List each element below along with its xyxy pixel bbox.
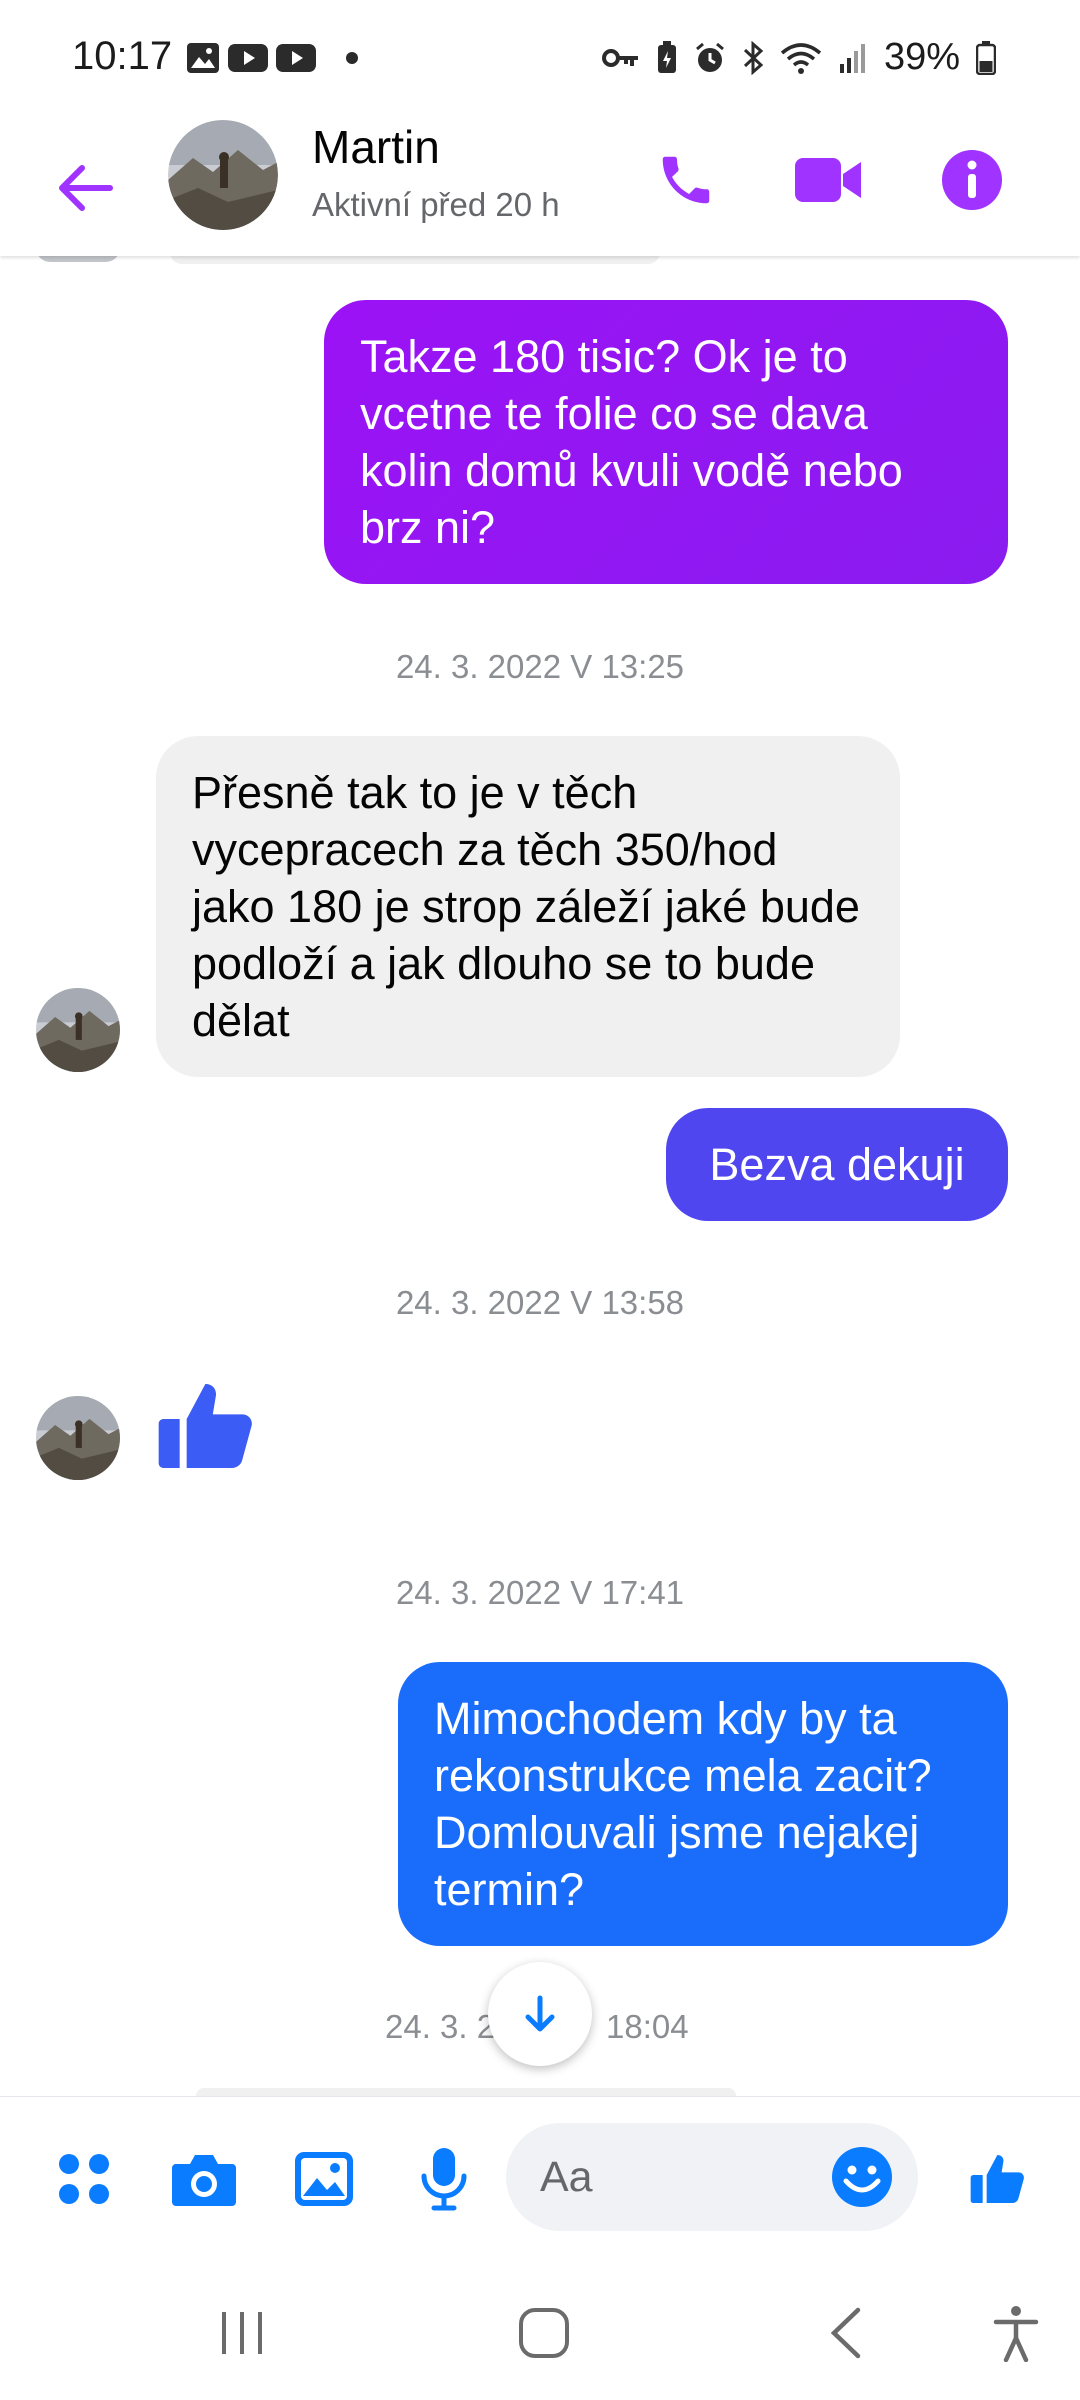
- contact-status: Aktivní před 20 h: [312, 186, 560, 223]
- vpn-key-icon: [601, 48, 638, 67]
- video-camera-icon: [795, 158, 861, 202]
- system-navigation-bar: [0, 2266, 1080, 2400]
- voice-button[interactable]: [406, 2141, 482, 2217]
- video-call-button[interactable]: [788, 140, 868, 220]
- scroll-to-bottom-button[interactable]: [488, 1962, 592, 2066]
- battery-saver-icon: [657, 40, 676, 73]
- emoji-icon: [832, 2147, 892, 2207]
- signal-icon: [839, 43, 865, 73]
- recent-apps-button[interactable]: [202, 2300, 282, 2366]
- next-bubble-partial: [196, 2088, 736, 2096]
- battery-percent: 39%: [883, 36, 960, 78]
- message-input[interactable]: Aa: [506, 2123, 918, 2231]
- timestamp: 24. 3. 2022 V 17:41: [395, 1574, 685, 1611]
- wifi-icon: [780, 42, 822, 74]
- bluetooth-icon: [743, 40, 764, 75]
- contact-name[interactable]: Martin: [312, 120, 440, 174]
- incoming-message[interactable]: Přesně tak to je v těch vycepracech za t…: [156, 736, 900, 1077]
- outgoing-message[interactable]: Bezva dekuji: [666, 1108, 1008, 1221]
- timestamp: 24. 3. 2022 V 13:25: [395, 648, 685, 685]
- sender-avatar[interactable]: [36, 988, 120, 1072]
- battery-icon: [976, 40, 996, 75]
- notification-icons: [186, 42, 364, 74]
- apps-icon: [59, 2154, 109, 2204]
- message-composer: Aa: [0, 2096, 1080, 2267]
- info-icon: [942, 150, 1002, 210]
- like-sticker[interactable]: [154, 1370, 266, 1482]
- outgoing-message[interactable]: Takze 180 tisic? Ok je to vcetne te foli…: [324, 300, 1008, 584]
- call-button[interactable]: [646, 140, 726, 220]
- status-bar: 10:17 39%: [0, 0, 1080, 120]
- avatar-photo: [36, 988, 120, 1072]
- back-nav-button[interactable]: [806, 2300, 886, 2366]
- timestamp-right: 18:04: [606, 2008, 689, 2045]
- alarm-icon: [695, 42, 724, 72]
- system-icons: 39%: [601, 36, 996, 79]
- status-time: 10:17: [72, 34, 173, 78]
- thumbs-up-icon: [970, 2155, 1024, 2203]
- gallery-button[interactable]: [286, 2141, 362, 2217]
- youtube-icon: [228, 44, 268, 72]
- camera-icon: [172, 2155, 236, 2206]
- phone-icon: [662, 156, 710, 204]
- dot-icon: [346, 52, 358, 64]
- timestamp-left: 24. 3. 2: [385, 2008, 496, 2045]
- avatar-photo: [36, 1396, 120, 1480]
- send-like-button[interactable]: [962, 2141, 1038, 2217]
- gallery-icon: [187, 43, 219, 73]
- thumbs-up-icon: [158, 1384, 252, 1468]
- image-icon: [295, 2152, 353, 2206]
- info-button[interactable]: [932, 140, 1012, 220]
- camera-button[interactable]: [166, 2141, 242, 2217]
- home-button[interactable]: [504, 2300, 584, 2366]
- avatar-photo: [168, 120, 278, 230]
- conversation-header: Martin Aktivní před 20 h: [0, 120, 1080, 256]
- microphone-icon: [421, 2148, 467, 2211]
- timestamp: 24. 3. 2022 V 13:58: [395, 1284, 685, 1321]
- message-placeholder: Aa: [540, 2153, 593, 2201]
- emoji-button[interactable]: [828, 2143, 896, 2211]
- back-icon: [830, 2307, 861, 2359]
- sender-avatar[interactable]: [36, 1396, 120, 1480]
- youtube-icon: [276, 44, 316, 72]
- recent-apps-icon: [222, 2312, 262, 2354]
- back-button[interactable]: [52, 156, 116, 220]
- arrow-down-icon: [525, 1995, 555, 2032]
- back-arrow-icon: [59, 165, 113, 211]
- accessibility-button[interactable]: [976, 2300, 1056, 2366]
- accessibility-icon: [993, 2306, 1039, 2362]
- home-icon: [519, 2308, 569, 2358]
- contact-avatar[interactable]: [168, 120, 278, 230]
- outgoing-message[interactable]: Mimochodem kdy by ta rekonstrukce mela z…: [398, 1662, 1008, 1946]
- apps-button[interactable]: [46, 2141, 122, 2217]
